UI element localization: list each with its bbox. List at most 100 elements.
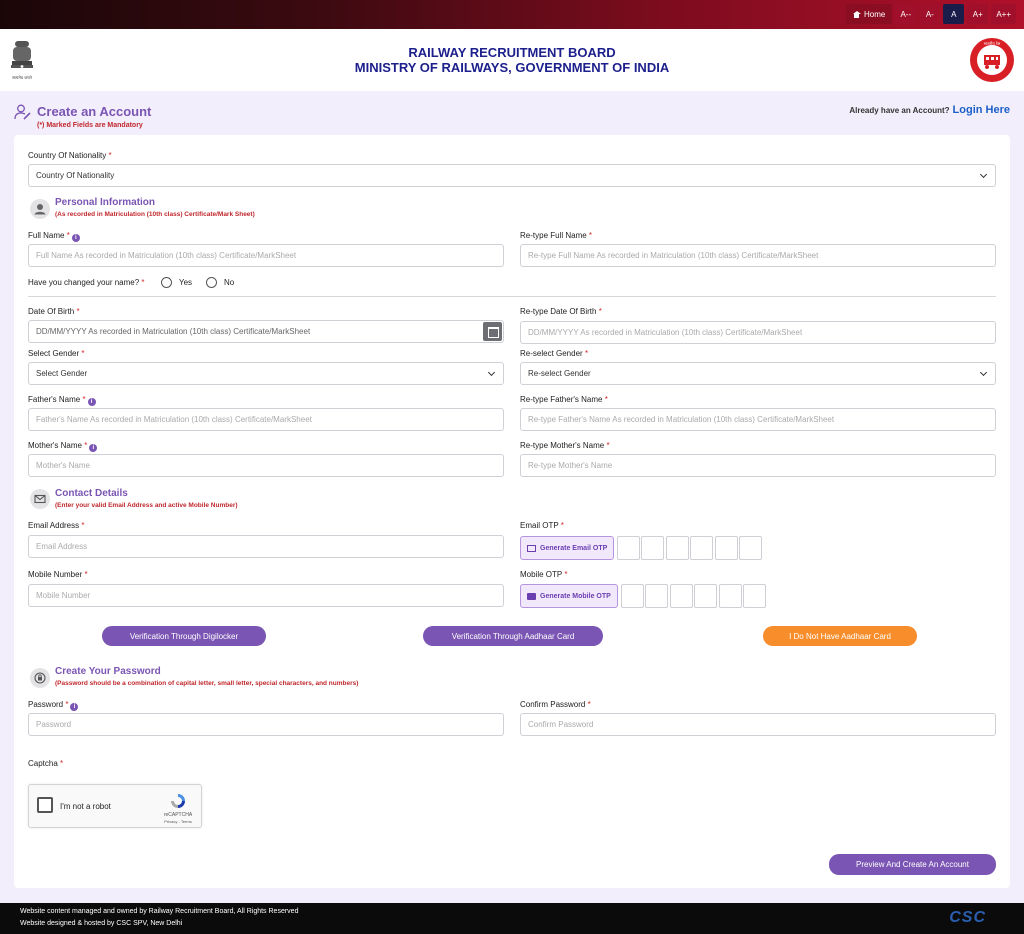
already-account-text: Already have an Account? xyxy=(849,105,950,115)
personal-info-note: (As recorded in Matriculation (10th clas… xyxy=(55,211,255,218)
retype-father-name-input[interactable]: Re-type Father's Name As recorded in Mat… xyxy=(520,408,996,431)
mobile-otp-digit-6[interactable] xyxy=(743,584,766,608)
digilocker-verification-button[interactable]: Verification Through Digilocker xyxy=(102,626,266,646)
gender-select-value: Select Gender xyxy=(36,369,88,378)
info-icon[interactable]: i xyxy=(87,398,96,406)
retype-dob-label: Re-type Date Of Birth * xyxy=(520,307,602,316)
create-password-title: Create Your Password xyxy=(55,666,161,677)
home-icon xyxy=(852,10,861,18)
personal-info-title: Personal Information xyxy=(55,197,156,208)
email-otp-label: Email OTP * xyxy=(520,521,564,530)
no-aadhaar-button[interactable]: I Do Not Have Aadhaar Card xyxy=(763,626,917,646)
email-otp-digit-3[interactable] xyxy=(666,536,689,560)
retype-mother-name-input[interactable]: Re-type Mother's Name xyxy=(520,454,996,477)
mother-name-input[interactable]: Mother's Name xyxy=(28,454,504,477)
generate-email-otp-button[interactable]: Generate Email OTP xyxy=(520,536,615,560)
recaptcha-icon xyxy=(171,794,185,808)
mobile-otp-digit-4[interactable] xyxy=(694,584,717,608)
mail-icon xyxy=(30,489,50,509)
father-name-label: Father's Name * i xyxy=(28,395,96,406)
chevron-down-icon xyxy=(487,368,496,377)
yes-label: Yes xyxy=(179,278,193,287)
email-otp-digit-2[interactable] xyxy=(641,536,664,560)
gender-label: Select Gender * xyxy=(28,349,85,358)
email-otp-digit-4[interactable] xyxy=(690,536,713,560)
chevron-down-icon xyxy=(979,368,988,377)
font-size-largest-button[interactable]: A++ xyxy=(991,4,1016,24)
chevron-down-icon xyxy=(979,170,988,179)
recaptcha-checkbox[interactable] xyxy=(37,797,53,813)
full-name-input[interactable]: Full Name As recorded in Matriculation (… xyxy=(28,244,504,267)
page-title: Create an Account xyxy=(37,104,152,119)
font-size-larger-button[interactable]: A+ xyxy=(967,4,989,24)
email-otp-digit-6[interactable] xyxy=(739,536,762,560)
message-icon xyxy=(527,592,536,600)
generate-mobile-otp-label: Generate Mobile OTP xyxy=(540,592,611,600)
regender-select-value: Re-select Gender xyxy=(528,369,591,378)
site-footer: Website content managed and owned by Rai… xyxy=(0,903,1024,934)
divider xyxy=(28,296,996,297)
retype-full-name-input[interactable]: Re-type Full Name As recorded in Matricu… xyxy=(520,244,996,267)
header-title-line1: RAILWAY RECRUITMENT BOARD xyxy=(408,45,616,60)
contact-details-note: (Enter your valid Email Address and acti… xyxy=(55,502,238,509)
password-label: Password * i xyxy=(28,700,79,711)
create-password-note: (Password should be a combination of cap… xyxy=(55,680,359,687)
info-icon[interactable]: i xyxy=(70,703,79,711)
font-size-smallest-button[interactable]: A-- xyxy=(895,4,917,24)
csc-logo: CSC xyxy=(949,909,986,926)
email-otp-digit-5[interactable] xyxy=(715,536,738,560)
info-icon[interactable]: i xyxy=(89,444,98,452)
header-title: RAILWAY RECRUITMENT BOARD MINISTRY OF RA… xyxy=(0,45,1024,76)
regender-label: Re-select Gender * xyxy=(520,349,589,358)
footer-hosted-by: Website designed & hosted by CSC SPV, Ne… xyxy=(20,920,183,927)
mobile-label: Mobile Number * xyxy=(28,570,88,579)
site-header: सत्यमेव जयते RAILWAY RECRUITMENT BOARD M… xyxy=(0,29,1024,91)
nationality-select[interactable]: Country Of Nationality xyxy=(28,164,996,187)
info-icon[interactable]: i xyxy=(71,234,80,242)
retype-father-name-label: Re-type Father's Name * xyxy=(520,395,608,404)
user-edit-icon xyxy=(14,104,31,120)
recaptcha-brand: reCAPTCHA xyxy=(163,812,193,818)
mobile-otp-digit-2[interactable] xyxy=(645,584,668,608)
recaptcha-terms-link[interactable]: Privacy - Terms xyxy=(157,819,199,824)
generate-mobile-otp-button[interactable]: Generate Mobile OTP xyxy=(520,584,618,608)
dob-label: Date Of Birth * xyxy=(28,307,80,316)
nationality-select-value: Country Of Nationality xyxy=(36,171,115,180)
login-link[interactable]: Login Here xyxy=(953,104,1010,116)
email-otp-digit-1[interactable] xyxy=(617,536,640,560)
indian-railways-logo-icon: भारतीय रेल xyxy=(970,38,1014,82)
confirm-password-input[interactable]: Confirm Password xyxy=(520,713,996,736)
email-input[interactable]: Email Address xyxy=(28,535,504,558)
mobile-otp-label: Mobile OTP * xyxy=(520,570,568,579)
retype-dob-input[interactable]: DD/MM/YYYY As recorded in Matriculation … xyxy=(520,321,996,344)
recaptcha-widget: I'm not a robot reCAPTCHA Privacy - Term… xyxy=(28,784,202,828)
regender-select[interactable]: Re-select Gender xyxy=(520,362,996,385)
mobile-otp-digit-3[interactable] xyxy=(670,584,693,608)
calendar-icon[interactable] xyxy=(483,322,502,341)
login-prompt: Already have an Account? Login Here xyxy=(849,104,1010,116)
password-input[interactable]: Password xyxy=(28,713,504,736)
font-size-normal-button[interactable]: A xyxy=(943,4,965,24)
home-label: Home xyxy=(863,9,886,19)
no-label: No xyxy=(224,278,235,287)
home-button[interactable]: Home xyxy=(845,4,893,24)
nationality-label: Country Of Nationality * xyxy=(28,151,112,160)
father-name-input[interactable]: Father's Name As recorded in Matriculati… xyxy=(28,408,504,431)
captcha-label: Captcha * xyxy=(28,759,64,768)
recaptcha-text: I'm not a robot xyxy=(60,802,111,811)
changed-name-no-radio[interactable] xyxy=(206,277,217,288)
mobile-input[interactable]: Mobile Number xyxy=(28,584,504,607)
aadhaar-verification-button[interactable]: Verification Through Aadhaar Card xyxy=(423,626,603,646)
logo-text: भारतीय रेल xyxy=(984,41,1001,46)
gender-select[interactable]: Select Gender xyxy=(28,362,504,385)
retype-full-name-label: Re-type Full Name * xyxy=(520,231,593,240)
contact-details-title: Contact Details xyxy=(55,488,128,499)
dob-placeholder: DD/MM/YYYY As recorded in Matriculation … xyxy=(36,327,311,336)
changed-name-yes-radio[interactable] xyxy=(161,277,172,288)
preview-create-account-button[interactable]: Preview And Create An Account xyxy=(829,854,996,875)
font-size-smaller-button[interactable]: A- xyxy=(919,4,941,24)
footer-copyright: Website content managed and owned by Rai… xyxy=(20,908,299,915)
mobile-otp-digit-5[interactable] xyxy=(719,584,742,608)
dob-input[interactable]: DD/MM/YYYY As recorded in Matriculation … xyxy=(28,320,504,343)
mobile-otp-digit-1[interactable] xyxy=(621,584,644,608)
